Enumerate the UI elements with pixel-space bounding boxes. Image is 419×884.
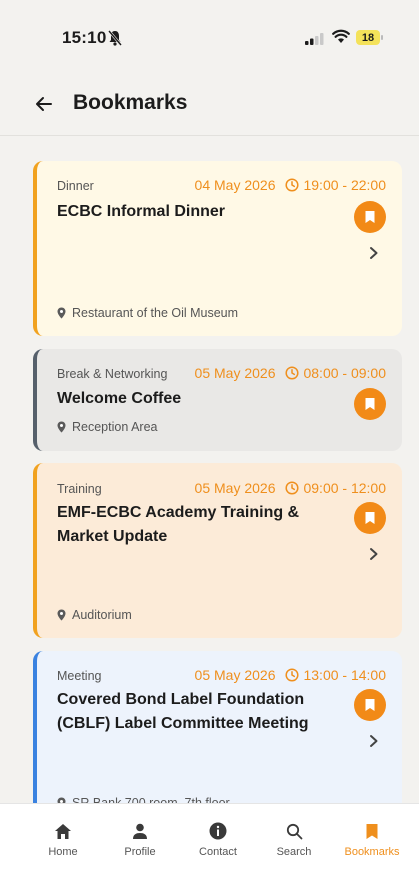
location-pin-icon [57,421,66,433]
bookmark-icon [337,818,407,840]
bookmark-icon [365,512,375,524]
chevron-right-icon[interactable] [368,246,380,260]
event-date-time: 04 May 2026 19:00 - 22:00 [195,177,386,193]
back-arrow-icon[interactable] [34,94,54,114]
event-date: 04 May 2026 [194,177,276,193]
event-card[interactable]: Dinner 04 May 2026 19:00 - 22:00 ECBC In… [33,161,402,336]
event-category: Break & Networking [57,367,168,381]
nav-home-label: Home [48,846,78,858]
event-location: Reception Area [57,420,157,434]
nav-contact[interactable]: Contact [183,818,253,858]
event-time: 13:00 - 14:00 [303,667,386,683]
bookmark-icon [365,398,375,410]
event-location-label: Auditorium [72,608,132,622]
event-time: 09:00 - 12:00 [303,480,386,496]
nav-bookmarks[interactable]: Bookmarks [337,818,407,858]
event-date-time: 05 May 2026 08:00 - 09:00 [195,365,386,381]
event-time: 08:00 - 09:00 [303,365,386,381]
nav-profile-label: Profile [124,846,156,858]
bookmark-button[interactable] [354,388,386,420]
event-date-time: 05 May 2026 09:00 - 12:00 [195,480,386,496]
bookmark-button[interactable] [354,201,386,233]
location-pin-icon [57,307,66,319]
status-bar: 15:10 18 [0,0,419,80]
event-date: 05 May 2026 [194,365,276,381]
wifi-icon [332,29,350,49]
event-date: 05 May 2026 [194,480,276,496]
event-title: Welcome Coffee [57,390,182,407]
event-card[interactable]: Break & Networking 05 May 2026 08:00 - 0… [33,349,402,451]
clock-icon [285,481,300,495]
event-time: 19:00 - 22:00 [303,177,386,193]
nav-bookmarks-label: Bookmarks [344,846,400,858]
event-card[interactable]: Meeting 05 May 2026 13:00 - 14:00 Covere… [33,651,402,826]
bookmark-icon [365,211,375,223]
event-date-time: 05 May 2026 13:00 - 14:00 [195,667,386,683]
battery-indicator: 18 [356,30,383,45]
event-location: Auditorium [57,608,132,622]
nav-home[interactable]: Home [28,818,98,858]
clock-icon [285,178,300,192]
event-category: Meeting [57,669,102,683]
bottom-nav: Home Profile Contact Search Bookmarks [0,803,419,884]
chevron-right-icon[interactable] [368,734,380,748]
event-title: Covered Bond Label Foundation (CBLF) Lab… [57,691,309,732]
chevron-right-icon[interactable] [368,547,380,561]
bell-muted-icon [108,30,122,51]
bookmark-button[interactable] [354,689,386,721]
nav-profile[interactable]: Profile [105,818,175,858]
header-divider [0,135,419,136]
signal-icon [305,32,325,50]
status-time: 15:10 [62,28,107,47]
clock-icon [285,668,300,682]
event-card[interactable]: Training 05 May 2026 09:00 - 12:00 EMF-E… [33,463,402,638]
search-icon [259,818,329,840]
clock-icon [285,366,300,380]
nav-search[interactable]: Search [259,818,329,858]
event-title: ECBC Informal Dinner [57,203,226,220]
info-icon [183,818,253,840]
event-title: EMF-ECBC Academy Training & Market Updat… [57,504,300,545]
event-date: 05 May 2026 [194,667,276,683]
home-icon [28,818,98,840]
bookmark-button[interactable] [354,502,386,534]
event-category: Dinner [57,179,94,193]
event-location: Restaurant of the Oil Museum [57,306,238,320]
header: Bookmarks [0,80,419,136]
page-title: Bookmarks [73,91,188,114]
nav-search-label: Search [276,846,312,858]
bookmark-icon [365,699,375,711]
event-location-label: Restaurant of the Oil Museum [72,306,239,320]
location-pin-icon [57,609,66,621]
event-category: Training [57,482,102,496]
event-location-label: Reception Area [72,420,158,434]
nav-contact-label: Contact [199,846,237,858]
person-icon [105,818,175,840]
